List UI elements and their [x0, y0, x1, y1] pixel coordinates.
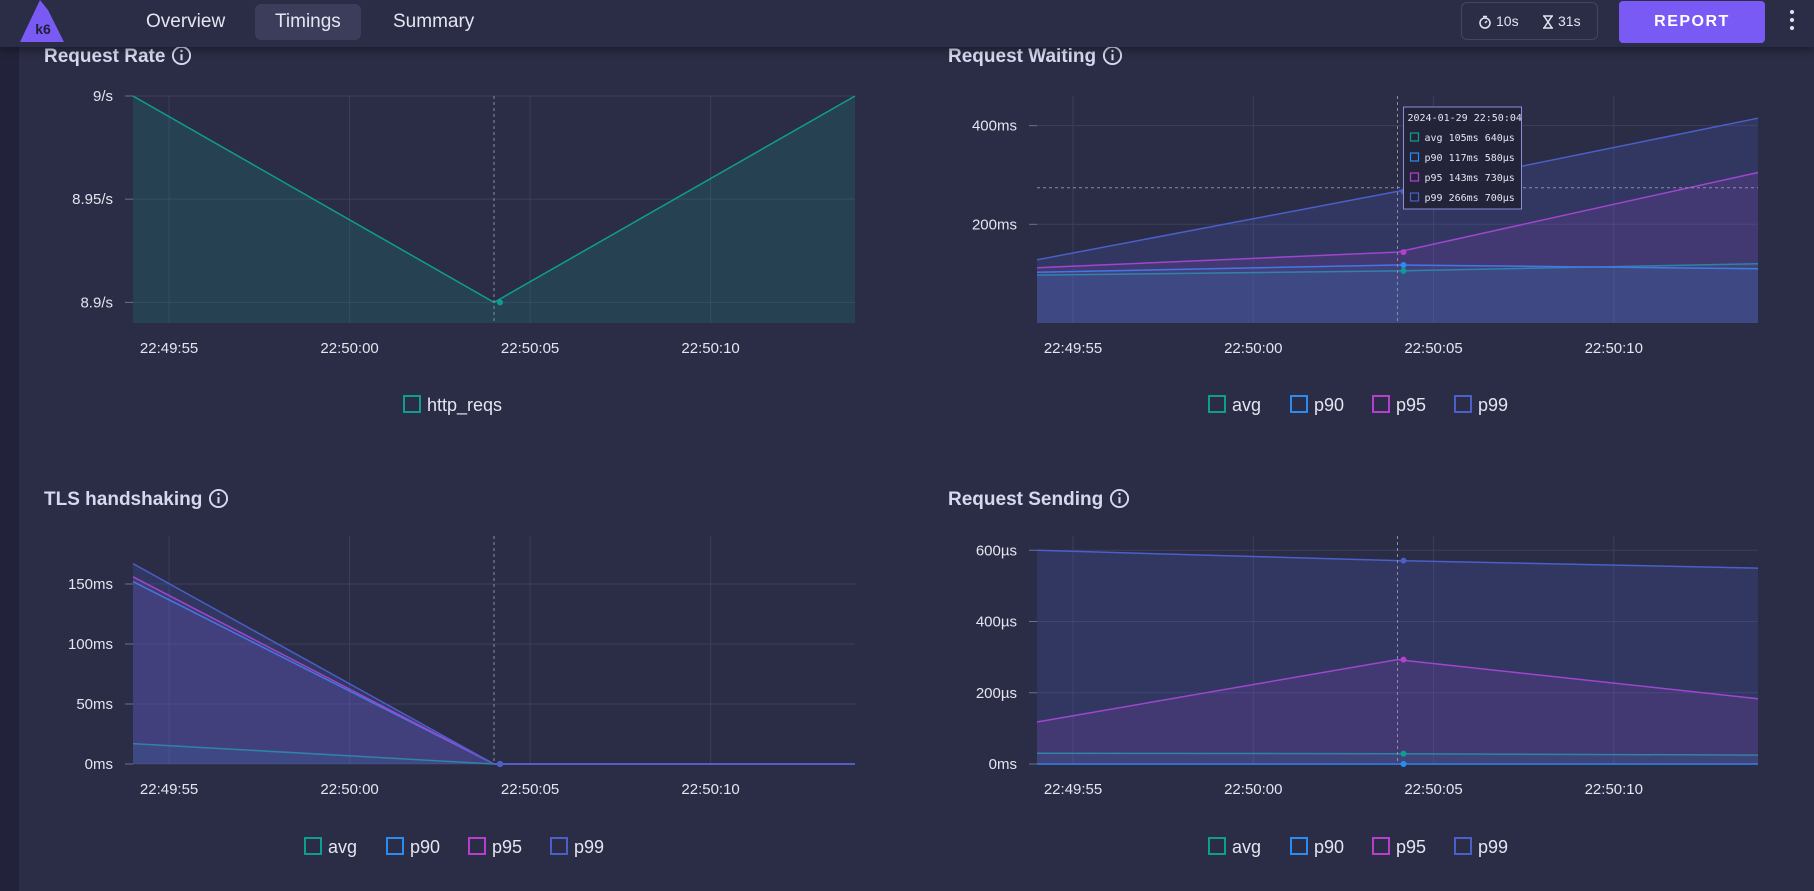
- x-tick-label: 22:50:10: [1585, 781, 1643, 798]
- legend-item-p95[interactable]: p95: [1372, 393, 1426, 417]
- legend-swatch: [550, 837, 568, 856]
- request-rate-legend: http_reqs: [403, 393, 523, 417]
- legend-item-avg[interactable]: avg: [1208, 393, 1261, 417]
- legend-label: p95: [1396, 395, 1427, 415]
- duration-hourglass: 31s: [1542, 3, 1581, 41]
- legend-swatch: [468, 837, 486, 856]
- kebab-menu-icon[interactable]: [1787, 10, 1797, 34]
- tab-overview[interactable]: Overview: [126, 4, 245, 40]
- legend-swatch: [304, 837, 322, 856]
- legend-swatch: [1208, 395, 1226, 414]
- legend-label: p99: [1478, 837, 1509, 857]
- legend-item-p99[interactable]: p99: [1454, 835, 1508, 859]
- hover-point-p99: [1400, 557, 1407, 564]
- tab-summary[interactable]: Summary: [373, 4, 494, 40]
- k6-logo-icon[interactable]: k6: [18, 0, 66, 44]
- legend-item-p90[interactable]: p90: [1290, 393, 1344, 417]
- x-tick-label: 22:49:55: [1044, 781, 1102, 798]
- tls-handshaking-legend: avg p90 p95 p99: [304, 835, 604, 859]
- legend-item-p95[interactable]: p95: [468, 835, 522, 859]
- legend-label: p99: [1478, 395, 1509, 415]
- legend-label: http_reqs: [427, 395, 503, 415]
- y-tick-label: 400µs: [976, 614, 1017, 631]
- legend-swatch: [1372, 395, 1390, 414]
- legend-label: p90: [410, 837, 441, 857]
- y-tick-label: 600µs: [976, 542, 1017, 559]
- test-duration-box: 10s 31s: [1461, 2, 1598, 40]
- chart-group: 22:49:55 22:50:00 22:50:05 22:50:10 0ms 200µs…: [976, 536, 1759, 798]
- legend-swatch: [386, 837, 404, 856]
- legend-item-avg[interactable]: avg: [304, 835, 357, 859]
- hover-point-p95: [1400, 656, 1407, 663]
- legend-item-p95[interactable]: p95: [1372, 835, 1426, 859]
- legend-item-p99[interactable]: p99: [550, 835, 604, 859]
- legend-label: avg: [1232, 395, 1262, 415]
- duration-stopwatch: 10s: [1478, 3, 1519, 41]
- legend-swatch: [1290, 837, 1308, 856]
- report-button[interactable]: REPORT: [1619, 1, 1765, 43]
- legend-label: p95: [492, 837, 523, 857]
- tab-timings[interactable]: Timings: [255, 4, 361, 40]
- hover-point-avg: [1400, 750, 1407, 757]
- top-navigation-bar: k6 Overview Timings Summary 10s 31s REPO…: [0, 0, 1814, 47]
- logo-text: k6: [35, 21, 51, 37]
- legend-swatch: [1454, 837, 1472, 856]
- legend-swatch: [1208, 837, 1226, 856]
- legend-label: avg: [1232, 837, 1262, 857]
- duration-value-2: 31s: [1558, 13, 1581, 29]
- legend-label: p99: [574, 837, 605, 857]
- legend-swatch: [1454, 395, 1472, 414]
- legend-item-p90[interactable]: p90: [386, 835, 440, 859]
- hover-point-p90: [1400, 761, 1407, 767]
- x-tick-label: 22:50:00: [1224, 781, 1282, 798]
- y-tick-label: 200µs: [976, 685, 1017, 702]
- legend-label: avg: [328, 837, 358, 857]
- request-sending-chart[interactable]: 22:49:55 22:50:00 22:50:05 22:50:10 0ms 200µs…: [0, 0, 1814, 891]
- legend-label: p90: [1314, 395, 1345, 415]
- stopwatch-icon: [1479, 16, 1491, 30]
- request-sending-legend: avg p90 p95 p99: [1208, 835, 1508, 859]
- legend-item-p90[interactable]: p90: [1290, 835, 1344, 859]
- legend-item-http-reqs[interactable]: http_reqs: [403, 393, 502, 417]
- legend-swatch: [1290, 395, 1308, 414]
- x-tick-label: 22:50:05: [1404, 781, 1462, 798]
- legend-label: p90: [1314, 837, 1345, 857]
- legend-swatch: [1372, 837, 1390, 856]
- hourglass-icon: [1543, 15, 1553, 30]
- duration-value-1: 10s: [1496, 13, 1519, 29]
- request-waiting-legend: avg p90 p95 p99: [1208, 393, 1508, 417]
- legend-item-p99[interactable]: p99: [1454, 393, 1508, 417]
- legend-swatch: [403, 395, 421, 414]
- legend-item-avg[interactable]: avg: [1208, 835, 1261, 859]
- legend-label: p95: [1396, 837, 1427, 857]
- y-tick-label: 0ms: [989, 756, 1017, 773]
